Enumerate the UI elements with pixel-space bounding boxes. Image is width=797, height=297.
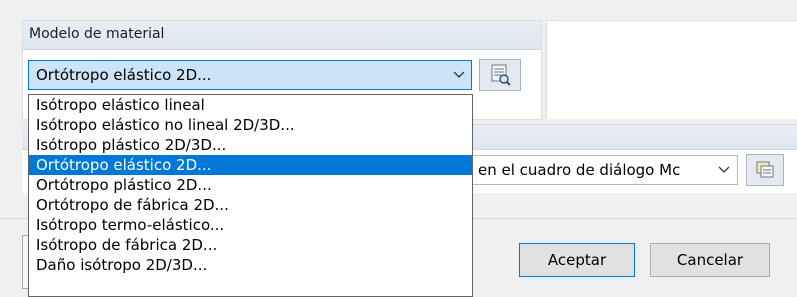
dropdown-option[interactable]: Ortótropo de fábrica 2D...: [29, 195, 472, 215]
dialog-window: Modelo de material Ortótropo elástico 2D…: [0, 0, 797, 297]
secondary-combobox-value: en el cuadro de diálogo Mc: [478, 161, 681, 179]
copy-button[interactable]: [746, 154, 784, 186]
ok-button[interactable]: Aceptar: [519, 243, 635, 277]
secondary-combobox[interactable]: en el cuadro de diálogo Mc: [472, 155, 738, 185]
dropdown-option[interactable]: Isótropo elástico lineal: [29, 95, 472, 115]
material-model-selected-value: Ortótropo elástico 2D...: [36, 66, 212, 84]
dropdown-option[interactable]: Isótropo de fábrica 2D...: [29, 235, 472, 255]
dropdown-option[interactable]: Isótropo elástico no lineal 2D/3D...: [29, 115, 472, 135]
material-model-header: Modelo de material: [23, 21, 541, 50]
material-model-dropdown-list[interactable]: Isótropo elástico lineal Isótropo elásti…: [28, 94, 473, 297]
side-panel: [546, 20, 797, 119]
material-library-icon: [480, 64, 520, 94]
cancel-button[interactable]: Cancelar: [650, 243, 770, 277]
dropdown-option[interactable]: Daño isótropo 2D/3D...: [29, 255, 472, 275]
dropdown-option[interactable]: Isótropo plástico 2D/3D...: [29, 135, 472, 155]
material-model-title: Modelo de material: [29, 26, 165, 42]
chevron-down-icon[interactable]: [451, 67, 467, 83]
dropdown-option[interactable]: Ortótropo plástico 2D...: [29, 175, 472, 195]
material-model-combobox[interactable]: Ortótropo elástico 2D...: [28, 60, 472, 90]
dropdown-option-selected[interactable]: Ortótropo elástico 2D...: [29, 155, 472, 175]
copy-icon: [747, 161, 783, 189]
dropdown-option[interactable]: Isótropo termo-elástico...: [29, 215, 472, 235]
material-library-button[interactable]: [479, 59, 521, 91]
chevron-down-icon[interactable]: [711, 156, 737, 184]
